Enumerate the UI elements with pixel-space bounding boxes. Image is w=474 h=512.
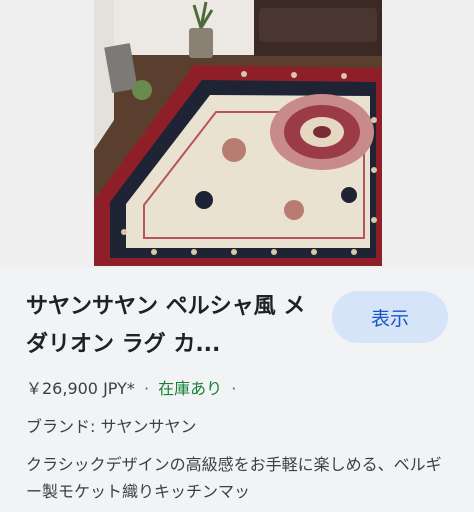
product-photo[interactable] bbox=[94, 0, 382, 266]
show-button[interactable]: 表示 bbox=[332, 291, 448, 343]
product-image-area[interactable] bbox=[0, 0, 474, 268]
product-info-panel: サヤンサヤン ペルシャ風 メダリオン ラグ カ... 表示 ￥26,900 JP… bbox=[0, 268, 474, 512]
product-price: ￥26,900 JPY* bbox=[26, 379, 135, 398]
product-brand: ブランド: サヤンサヤン bbox=[26, 417, 197, 436]
stock-status: 在庫あり bbox=[158, 379, 223, 398]
product-title[interactable]: サヤンサヤン ペルシャ風 メダリオン ラグ カ... bbox=[26, 288, 316, 364]
product-description: クラシックデザインの高級感をお手軽に楽しめる、ベルギー製モケット織りキッチンマッ bbox=[26, 455, 442, 501]
product-meta: ￥26,900 JPY* · 在庫あり · bbox=[26, 375, 240, 399]
separator: · bbox=[143, 379, 150, 398]
separator: · bbox=[231, 379, 237, 398]
bottom-fade bbox=[0, 498, 474, 512]
